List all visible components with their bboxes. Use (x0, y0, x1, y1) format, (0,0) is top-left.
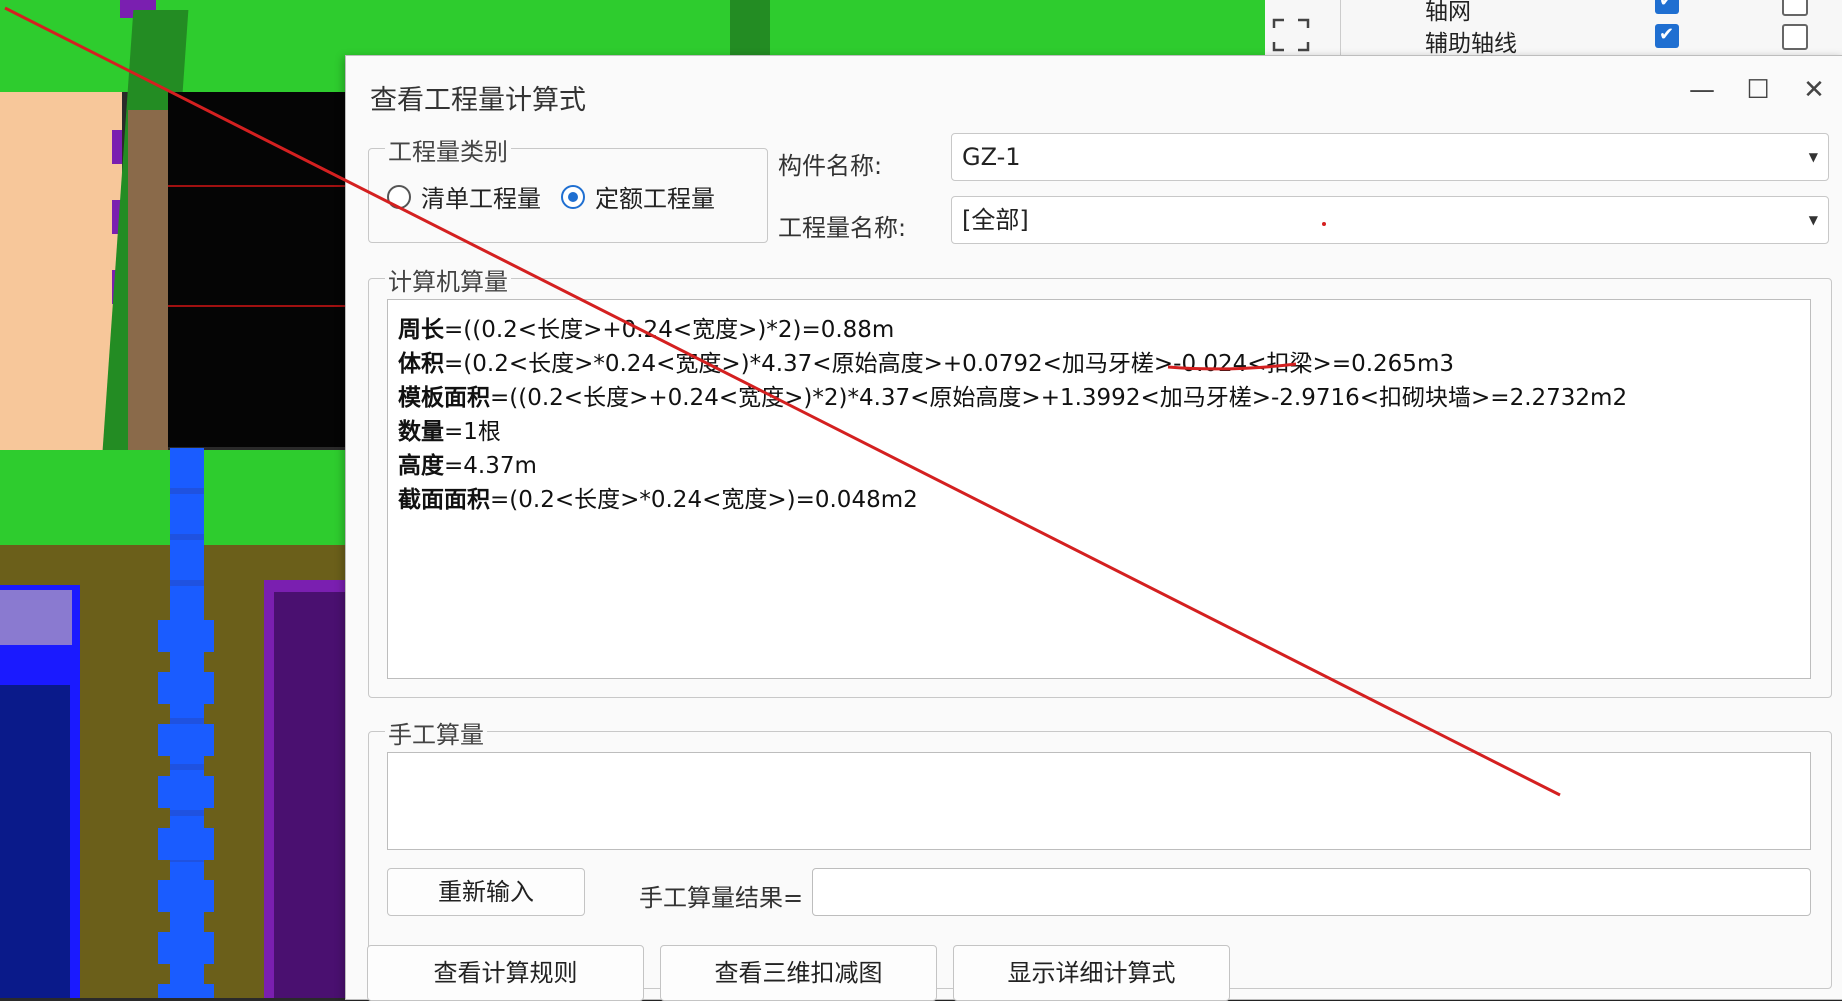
column-segment (730, 0, 770, 60)
wall-peach (0, 92, 122, 452)
formula-formwork-area: 模板面积=((0.2<长度>+0.24<宽度>)*2)*4.37<原始高度>+1… (398, 378, 1627, 412)
quantity-formula-dialog: 查看工程量计算式 — ☐ ✕ 工程量类别 清单工程量 定额工程量 构件名称: G… (345, 55, 1842, 1000)
radio-dot-selected (561, 184, 585, 209)
formula-name: 周长 (398, 317, 444, 343)
block-lilac (0, 590, 72, 645)
minimize-icon: — (1689, 75, 1715, 105)
layer-checkbox-grid-2[interactable] (1782, 0, 1808, 16)
quantity-category-group: 工程量类别 清单工程量 定额工程量 (368, 132, 768, 243)
formula-expr: =(0.2<长度>*0.24<宽度>)*4.37<原始高度>+0.0792<加马… (444, 351, 1454, 377)
combo-value: [全部] (962, 206, 1029, 234)
dialog-title: 查看工程量计算式 (370, 85, 586, 116)
formula-name: 数量 (398, 419, 444, 445)
group-legend: 计算机算量 (385, 262, 511, 297)
component-name-label: 构件名称: (778, 152, 883, 180)
quantity-name-label: 工程量名称: (778, 214, 907, 242)
layer-row-aux-axis: 辅助轴线 (1425, 24, 1517, 57)
layer-checkbox-aux-axis[interactable] (1655, 24, 1679, 48)
formula-perimeter: 周长=((0.2<长度>+0.24<宽度>)*2)=0.88m (398, 310, 894, 344)
maximize-icon: ☐ (1746, 75, 1770, 105)
reenter-button[interactable]: 重新输入 (387, 868, 585, 916)
radio-label: 清单工程量 (421, 185, 541, 213)
formula-name: 模板面积 (398, 385, 490, 411)
layer-label: 轴网 (1425, 0, 1471, 25)
radio-bill-quantity[interactable]: 清单工程量 (387, 179, 541, 214)
formula-name: 截面面积 (398, 487, 490, 513)
manual-result-label: 手工算量结果= (639, 884, 804, 912)
component-name-combo[interactable]: GZ-1 ▼ (951, 133, 1829, 181)
quantity-name-combo[interactable]: [全部] ▼ (951, 196, 1829, 244)
minimize-button[interactable]: — (1682, 70, 1722, 110)
formula-name: 体积 (398, 351, 444, 377)
wall-purple-inner (274, 592, 346, 998)
formula-expr: =1根 (444, 419, 501, 445)
panel-divider (1340, 0, 1341, 55)
formula-height: 高度=4.37m (398, 446, 537, 480)
show-detail-formula-button[interactable]: 显示详细计算式 (953, 945, 1230, 1001)
formula-expr: =(0.2<长度>*0.24<宽度>)=0.048m2 (490, 487, 918, 513)
manual-calc-textbox[interactable] (387, 752, 1811, 850)
formula-count: 数量=1根 (398, 412, 501, 446)
column-blue-bumps (158, 600, 214, 998)
column-brown (128, 110, 168, 450)
radio-label: 定额工程量 (595, 185, 715, 213)
view-calc-rules-button[interactable]: 查看计算规则 (367, 945, 644, 1001)
computer-calc-group: 计算机算量 周长=((0.2<长度>+0.24<宽度>)*2)=0.88m 体积… (368, 262, 1832, 698)
combo-value: GZ-1 (962, 143, 1021, 171)
opening-black (168, 92, 346, 447)
formula-section-area: 截面面积=(0.2<长度>*0.24<宽度>)=0.048m2 (398, 480, 918, 514)
formula-expr: =4.37m (444, 453, 537, 479)
radio-dot (387, 184, 411, 209)
formula-expr: =((0.2<长度>+0.24<宽度>)*2)*4.37<原始高度>+1.399… (490, 385, 1628, 411)
manual-result-input[interactable] (812, 868, 1811, 916)
select-region-icon[interactable] (1272, 18, 1310, 52)
chevron-down-icon: ▼ (1808, 213, 1818, 227)
close-button[interactable]: ✕ (1794, 70, 1834, 110)
layer-label: 辅助轴线 (1425, 31, 1517, 57)
red-line-2 (168, 305, 346, 307)
formula-name: 高度 (398, 453, 444, 479)
group-legend: 手工算量 (385, 715, 487, 750)
layer-checkbox-aux-axis-2[interactable] (1782, 24, 1808, 50)
computer-calc-textbox[interactable]: 周长=((0.2<长度>+0.24<宽度>)*2)=0.88m 体积=(0.2<… (387, 299, 1811, 679)
formula-expr: =((0.2<长度>+0.24<宽度>)*2)=0.88m (444, 317, 895, 343)
radio-quota-quantity[interactable]: 定额工程量 (561, 179, 715, 214)
formula-volume: 体积=(0.2<长度>*0.24<宽度>)*4.37<原始高度>+0.0792<… (398, 344, 1454, 378)
layer-row-grid: 轴网 (1425, 0, 1471, 25)
maximize-button[interactable]: ☐ (1738, 70, 1778, 110)
chevron-down-icon: ▼ (1808, 150, 1818, 164)
red-line-1 (168, 185, 346, 187)
block-navy (0, 685, 70, 998)
group-legend: 工程量类别 (385, 132, 511, 167)
close-icon: ✕ (1803, 75, 1825, 105)
layer-checkbox-grid[interactable] (1655, 0, 1679, 14)
view-3d-deduction-button[interactable]: 查看三维扣减图 (660, 945, 937, 1001)
